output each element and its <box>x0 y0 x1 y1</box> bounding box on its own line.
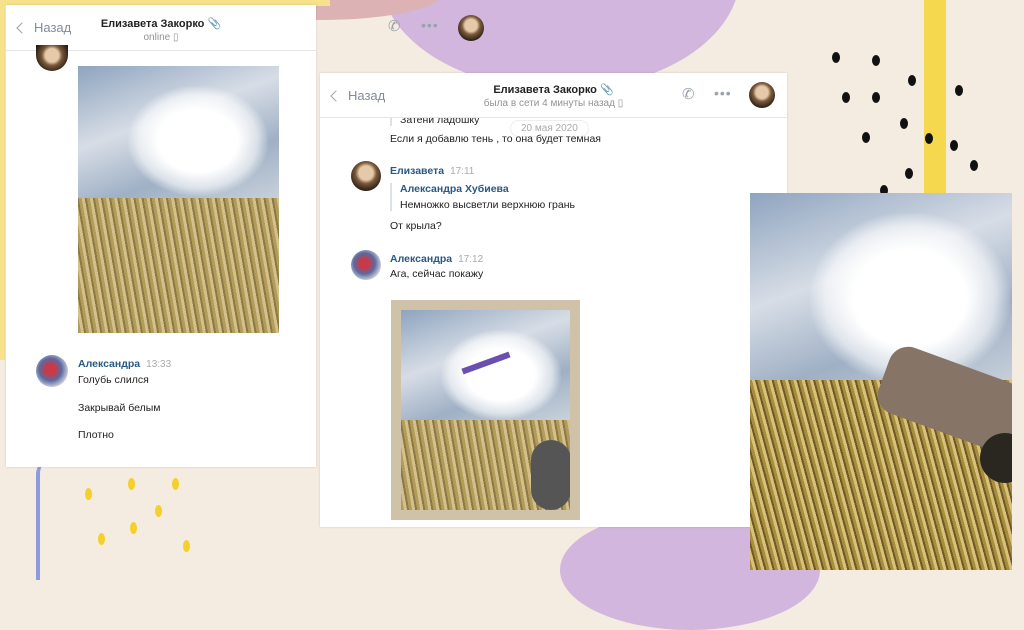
avatar[interactable] <box>458 15 484 41</box>
decor-dot <box>970 160 978 171</box>
decor-dot <box>85 488 92 500</box>
avatar <box>351 250 381 280</box>
decor-dot <box>955 85 963 96</box>
decor-dot <box>900 118 908 129</box>
decor-dot <box>950 140 958 151</box>
phone-call-icon[interactable]: ✆ <box>388 17 401 35</box>
decor-dot <box>908 75 916 86</box>
paperclip-icon: 📎 <box>599 84 614 96</box>
message-text: Плотно <box>78 429 114 441</box>
avatar <box>351 161 381 191</box>
painting-image[interactable] <box>78 66 279 333</box>
status-text: online <box>143 32 171 43</box>
author-name[interactable]: Александра <box>390 253 452 265</box>
decor-dot <box>130 522 137 534</box>
message-time: 13:33 <box>146 359 172 370</box>
more-icon[interactable]: ••• <box>714 85 732 101</box>
message-text: Ага, сейчас покажу <box>390 268 484 280</box>
status-text: была в сети 4 минуты назад <box>483 98 615 109</box>
chat-window-2: Назад Елизавета Закорко 📎 была в сети 4 … <box>320 73 787 527</box>
yellow-left <box>0 0 5 360</box>
decor-dot <box>842 92 850 103</box>
message-text: От крыла? <box>390 220 442 232</box>
chat-status: online ▯ <box>143 32 179 43</box>
chat-title[interactable]: Елизавета Закорко 📎 <box>6 17 316 30</box>
decor-dot <box>872 55 880 66</box>
painting-large[interactable] <box>750 193 1012 570</box>
decor-dot <box>128 478 135 490</box>
decor-dot <box>862 132 870 143</box>
reply-quote[interactable]: Александра Хубиева Немножко высветли вер… <box>390 183 575 211</box>
quote-text: Затени ладошку <box>390 118 479 126</box>
title-text: Елизавета Закорко <box>493 84 597 96</box>
message-time: 17:11 <box>450 166 475 177</box>
message-time: 17:12 <box>458 254 484 265</box>
blue-line <box>36 460 50 580</box>
title-text: Елизавета Закорко <box>100 18 205 30</box>
decor-dot <box>172 478 179 490</box>
more-icon[interactable]: ••• <box>421 17 439 33</box>
message-text: Закрывай белым <box>78 402 161 414</box>
chat-window-1: Назад Елизавета Закорко 📎 online ▯ ✆ •••… <box>6 5 484 467</box>
message-text: Голубь слился <box>78 374 149 386</box>
phone-call-icon[interactable]: ✆ <box>682 85 695 103</box>
decor-dot <box>832 52 840 63</box>
decor-dot <box>925 133 933 144</box>
decor-dot <box>98 533 105 545</box>
message-text: Если я добавлю тень , то она будет темна… <box>390 133 601 145</box>
painting-photo[interactable] <box>391 300 580 520</box>
paperclip-icon: 📎 <box>207 18 222 30</box>
author-name[interactable]: Александра <box>78 358 140 370</box>
reply-author: Александра Хубиева <box>400 183 509 195</box>
avatar <box>36 45 68 71</box>
author-name[interactable]: Елизавета <box>390 165 444 177</box>
decor-dot <box>872 92 880 103</box>
decor-dot <box>155 505 162 517</box>
avatar[interactable] <box>749 82 775 108</box>
avatar <box>36 355 68 387</box>
decor-dot <box>183 540 190 552</box>
decor-dot <box>905 168 913 179</box>
reply-text: Немножко высветли верхнюю грань <box>400 199 575 211</box>
